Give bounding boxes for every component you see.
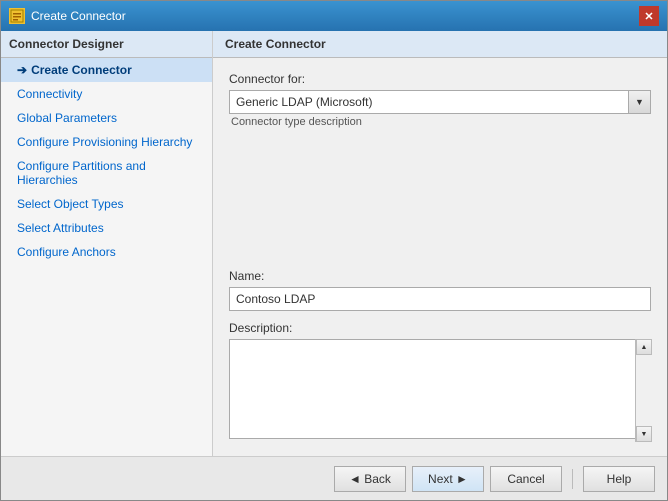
connector-type-description: Connector type description (229, 116, 651, 128)
title-bar-left: Create Connector (9, 8, 126, 24)
sidebar-item-connectivity[interactable]: Connectivity (1, 82, 212, 106)
sidebar-item-label: Select Object Types (17, 197, 124, 211)
dropdown-arrow-btn[interactable]: ▼ (629, 90, 651, 114)
sidebar-item-select-object-types[interactable]: Select Object Types (1, 192, 212, 216)
description-section: Description: ▲ ▼ (229, 321, 651, 442)
main-content-header: Create Connector (213, 31, 667, 58)
name-input[interactable] (229, 287, 651, 311)
name-label: Name: (229, 269, 651, 283)
sidebar-item-create-connector[interactable]: ➔ Create Connector (1, 58, 212, 82)
next-button[interactable]: Next ► (412, 466, 484, 492)
sidebar: Connector Designer ➔ Create Connector Co… (1, 31, 213, 456)
sidebar-item-label: Create Connector (31, 63, 132, 77)
cancel-button[interactable]: Cancel (490, 466, 562, 492)
connector-for-select[interactable]: Generic LDAP (Microsoft) (229, 90, 629, 114)
sidebar-item-label: Configure Anchors (17, 245, 116, 259)
sidebar-item-label: Connectivity (17, 87, 82, 101)
help-button[interactable]: Help (583, 466, 655, 492)
sidebar-item-label: Configure Provisioning Hierarchy (17, 135, 192, 149)
sidebar-item-label: Select Attributes (17, 221, 104, 235)
sidebar-item-label: Configure Partitions and Hierarchies (17, 159, 204, 187)
description-textarea[interactable] (229, 339, 651, 439)
sidebar-item-global-parameters[interactable]: Global Parameters (1, 106, 212, 130)
connector-for-section: Connector for: Generic LDAP (Microsoft) … (229, 72, 651, 128)
arrow-icon: ➔ (17, 63, 27, 77)
main-body: Connector for: Generic LDAP (Microsoft) … (213, 58, 667, 456)
sidebar-item-configure-provisioning-hierarchy[interactable]: Configure Provisioning Hierarchy (1, 130, 212, 154)
connector-for-label: Connector for: (229, 72, 651, 86)
main-content: Create Connector Connector for: Generic … (213, 31, 667, 456)
connector-dropdown-wrapper: Generic LDAP (Microsoft) ▼ (229, 90, 651, 114)
sidebar-item-configure-anchors[interactable]: Configure Anchors (1, 240, 212, 264)
name-section: Name: (229, 269, 651, 311)
close-button[interactable]: ✕ (639, 6, 659, 26)
sidebar-header: Connector Designer (1, 31, 212, 58)
spacer (229, 138, 651, 253)
description-label: Description: (229, 321, 651, 335)
sidebar-item-select-attributes[interactable]: Select Attributes (1, 216, 212, 240)
scrollbar-down-btn[interactable]: ▼ (636, 426, 652, 442)
sidebar-item-label: Global Parameters (17, 111, 117, 125)
scrollbar-track: ▲ ▼ (635, 339, 651, 442)
window-icon (9, 8, 25, 24)
footer: ◄ Back Next ► Cancel Help (1, 456, 667, 500)
window-title: Create Connector (31, 9, 126, 23)
content-area: Connector Designer ➔ Create Connector Co… (1, 31, 667, 456)
scrollbar-up-btn[interactable]: ▲ (636, 339, 652, 355)
description-textarea-wrapper: ▲ ▼ (229, 339, 651, 442)
title-bar: Create Connector ✕ (1, 1, 667, 31)
main-window: Create Connector ✕ Connector Designer ➔ … (0, 0, 668, 501)
sidebar-item-configure-partitions[interactable]: Configure Partitions and Hierarchies (1, 154, 212, 192)
footer-divider (572, 469, 573, 489)
back-button[interactable]: ◄ Back (334, 466, 406, 492)
